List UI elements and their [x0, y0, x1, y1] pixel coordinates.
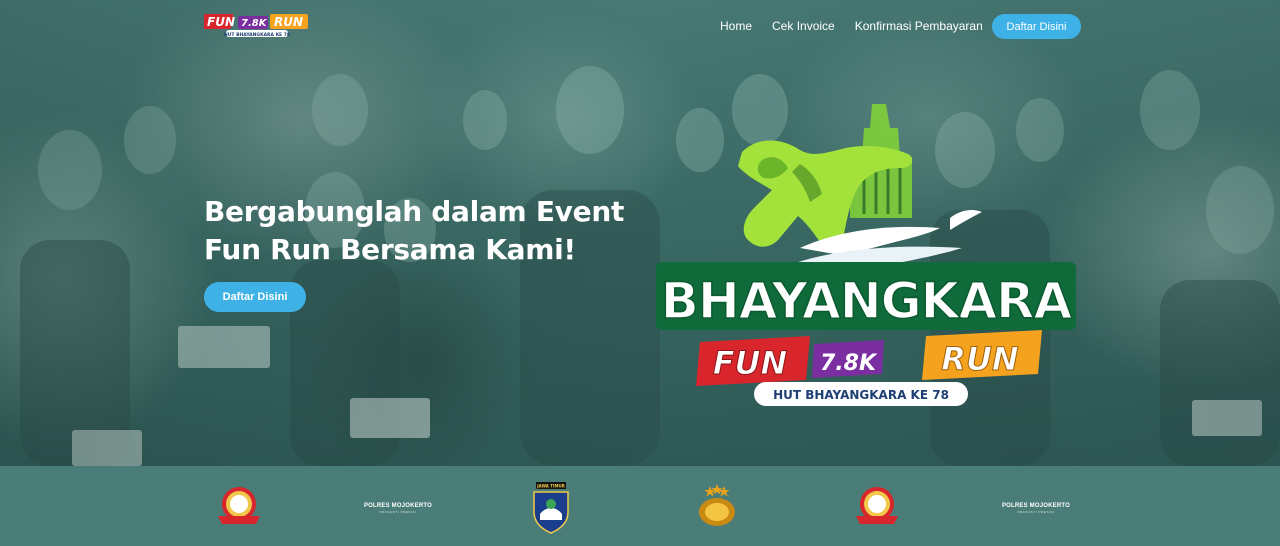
- nav-link-cek-invoice[interactable]: Cek Invoice: [772, 19, 835, 33]
- hero-title-line-2: Fun Run Bersama Kami!: [204, 233, 576, 266]
- polres-sub-label: PRASASTI PRESISI: [379, 510, 417, 514]
- event-name-text: BHAYANGKARA: [661, 272, 1073, 330]
- event-name-wordmark: BHAYANGKARA: [656, 262, 1076, 331]
- nav-link-konfirmasi-pembayaran[interactable]: Konfirmasi Pembayaran: [855, 19, 983, 33]
- police-star-emblem-logo: [699, 484, 735, 526]
- nav-register-button[interactable]: Daftar Disini: [992, 14, 1081, 39]
- polres-sub-label-2: PRASASTI PRESISI: [1017, 510, 1055, 514]
- main-navigation: Home Cek Invoice Konfirmasi Pembayaran: [720, 14, 1003, 38]
- hero-title: Bergabunglah dalam Event Fun Run Bersama…: [204, 193, 644, 269]
- brand-logo[interactable]: FUN 7.8K RUN HUT BHAYANGKARA KE 78: [204, 12, 310, 38]
- polres-mojokerto-logo-1: POLRES MOJOKERTO PRASASTI PRESISI: [360, 503, 436, 514]
- event-logo: BHAYANGKARA FUN 7.8K RUN HUT BHAYANGKARA…: [656, 104, 1076, 406]
- hero-title-line-1: Bergabunglah dalam Event: [204, 195, 625, 228]
- hero-register-button[interactable]: Daftar Disini: [204, 282, 306, 312]
- jatim-label: JAWA TIMUR: [536, 484, 565, 489]
- event-distance-text: 7.8K: [820, 351, 878, 376]
- polres-label: POLRES MOJOKERTO: [363, 503, 433, 509]
- jawa-timur-emblem-logo: JAWA TIMUR: [533, 482, 569, 534]
- hut-78-emblem-logo-2: [856, 487, 898, 524]
- sponsor-strip: POLRES MOJOKERTO PRASASTI PRESISI JAWA T…: [0, 466, 1280, 546]
- event-fun-text: FUN: [713, 344, 788, 382]
- polres-label-2: POLRES MOJOKERTO: [1001, 503, 1071, 509]
- brand-distance-text: 7.8K: [241, 18, 268, 29]
- brand-fun-text: FUN: [207, 15, 235, 29]
- brand-run-text: RUN: [274, 15, 303, 29]
- nav-link-home[interactable]: Home: [720, 19, 752, 33]
- event-tagline-text: HUT BHAYANGKARA KE 78: [773, 388, 949, 402]
- event-run-text: RUN: [941, 340, 1019, 378]
- hut-78-emblem-logo: [218, 487, 260, 524]
- fun-run-badge: FUN 7.8K RUN HUT BHAYANGKARA KE 78: [696, 330, 1042, 406]
- brand-tagline-text: HUT BHAYANGKARA KE 78: [224, 32, 290, 38]
- polres-mojokerto-logo-2: POLRES MOJOKERTO PRASASTI PRESISI: [998, 503, 1074, 514]
